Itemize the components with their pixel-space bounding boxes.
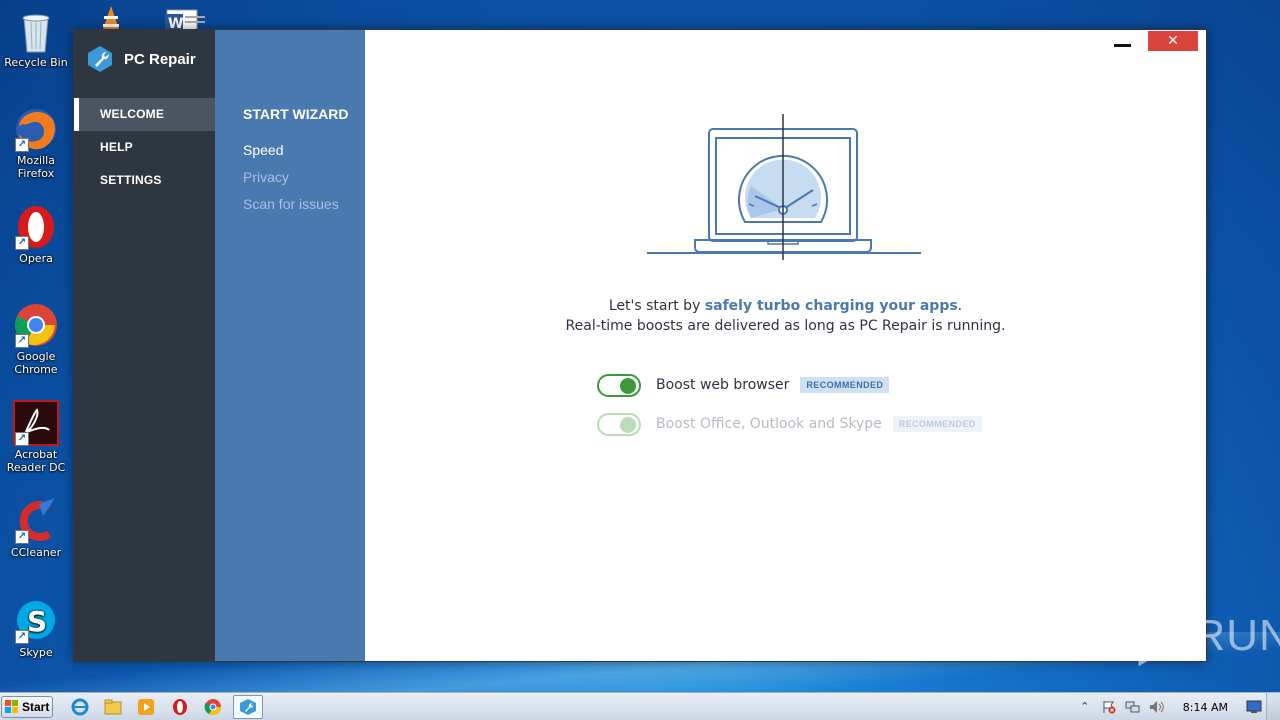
system-tray: ⌃ 8:14 AM bbox=[1073, 693, 1280, 720]
option-boost-web-browser: Boost web browser RECOMMENDED bbox=[597, 373, 890, 397]
file-explorer-icon[interactable] bbox=[104, 698, 122, 716]
wizard-title: START WIZARD bbox=[243, 106, 349, 122]
desktop-icon-label: Opera bbox=[19, 252, 53, 265]
nav-item-help[interactable]: HELP bbox=[74, 131, 215, 164]
wizard-step-scan[interactable]: Scan for issues bbox=[243, 196, 339, 212]
volume-icon[interactable] bbox=[1149, 700, 1165, 714]
boost-office-toggle[interactable] bbox=[597, 412, 641, 436]
pc-repair-taskbar-icon[interactable] bbox=[239, 698, 257, 716]
windows-flag-icon bbox=[5, 700, 19, 714]
desktop-icon-acrobat[interactable]: ↗ Acrobat Reader DC bbox=[0, 400, 72, 474]
media-player-icon[interactable] bbox=[137, 698, 155, 716]
intro-highlight: safely turbo charging your apps bbox=[704, 298, 958, 314]
start-button[interactable]: Start bbox=[1, 696, 53, 718]
internet-explorer-icon[interactable] bbox=[71, 698, 89, 716]
sidebar-nav: PC Repair WELCOME HELP SETTINGS bbox=[74, 30, 215, 661]
nav-item-settings[interactable]: SETTINGS bbox=[74, 164, 215, 197]
desktop-icon-label: Skype bbox=[19, 646, 53, 659]
network-icon[interactable] bbox=[1125, 700, 1141, 714]
acrobat-reader-icon: ↗ bbox=[13, 400, 59, 446]
intro-text: Let's start by safely turbo charging you… bbox=[365, 296, 1206, 336]
firefox-icon: ↗ bbox=[13, 106, 59, 152]
option-label: Boost web browser bbox=[656, 377, 790, 393]
wizard-panel: START WIZARD Speed Privacy Scan for issu… bbox=[215, 30, 365, 661]
clock[interactable]: 8:14 AM bbox=[1183, 701, 1228, 714]
svg-text:S: S bbox=[27, 605, 47, 638]
minimize-button[interactable] bbox=[1102, 31, 1142, 53]
desktop-icon-label: CCleaner bbox=[10, 546, 62, 559]
option-boost-office: Boost Office, Outlook and Skype RECOMMEN… bbox=[597, 412, 982, 436]
app-brand: PC Repair bbox=[86, 44, 196, 74]
desktop-icon-chrome[interactable]: ↗ Google Chrome bbox=[0, 302, 72, 376]
intro-line-1-post: . bbox=[957, 298, 963, 314]
nav-item-welcome[interactable]: WELCOME bbox=[74, 98, 215, 131]
desktop-icon-label: Google Chrome bbox=[14, 350, 58, 376]
play-icon bbox=[1138, 606, 1190, 666]
desktop-icon-label: Mozilla Firefox bbox=[17, 154, 55, 180]
start-label: Start bbox=[22, 700, 50, 714]
wrench-logo-icon bbox=[86, 45, 114, 73]
recommended-badge: RECOMMENDED bbox=[892, 416, 982, 432]
chrome-taskbar-icon[interactable] bbox=[204, 698, 222, 716]
opera-icon: ↗ bbox=[13, 204, 59, 250]
main-content: ✕ Let's start by safely turbo charging y… bbox=[365, 30, 1206, 661]
anyrun-watermark: ANY RUN bbox=[1036, 606, 1280, 666]
close-button[interactable]: ✕ bbox=[1148, 31, 1198, 51]
boost-web-browser-toggle[interactable] bbox=[597, 373, 641, 397]
chrome-icon: ↗ bbox=[13, 302, 59, 348]
pc-repair-window: PC Repair WELCOME HELP SETTINGS START WI… bbox=[74, 30, 1206, 661]
taskbar: Start ⌃ 8:14 AM bbox=[0, 692, 1280, 720]
wizard-step-privacy[interactable]: Privacy bbox=[243, 169, 289, 185]
watermark-right: RUN bbox=[1193, 611, 1280, 660]
show-desktop-button[interactable] bbox=[1266, 693, 1280, 720]
opera-taskbar-icon[interactable] bbox=[171, 698, 189, 716]
desktop-icon-label: Acrobat Reader DC bbox=[6, 448, 66, 474]
desktop-icon-firefox[interactable]: ↗ Mozilla Firefox bbox=[0, 106, 72, 180]
toggle-knob bbox=[620, 377, 636, 394]
recommended-badge: RECOMMENDED bbox=[800, 377, 890, 393]
desktop-icon-ccleaner[interactable]: ↗ CCleaner bbox=[0, 498, 72, 559]
intro-line-2: Real-time boosts are delivered as long a… bbox=[565, 318, 1006, 334]
desktop-icon-recycle-bin[interactable]: Recycle Bin bbox=[0, 8, 72, 69]
intro-line-1-pre: Let's start by bbox=[608, 298, 705, 314]
speedometer-laptop-illustration bbox=[647, 114, 921, 260]
monitor-icon[interactable] bbox=[1246, 700, 1262, 714]
recycle-bin-icon bbox=[13, 8, 59, 54]
intro-line-1: Let's start by safely turbo charging you… bbox=[365, 296, 1206, 316]
wizard-step-speed[interactable]: Speed bbox=[243, 142, 283, 158]
skype-icon: S ↗ bbox=[13, 598, 59, 644]
desktop-icon-label: Recycle Bin bbox=[4, 56, 68, 69]
show-hidden-icons-chevron-icon[interactable]: ⌃ bbox=[1077, 700, 1093, 714]
toggle-knob bbox=[620, 416, 636, 433]
option-label: Boost Office, Outlook and Skype bbox=[656, 416, 882, 432]
desktop-icon-opera[interactable]: ↗ Opera bbox=[0, 204, 72, 265]
ccleaner-icon: ↗ bbox=[13, 498, 59, 544]
app-title: PC Repair bbox=[124, 50, 196, 68]
watermark-left: ANY bbox=[1036, 611, 1130, 660]
desktop-icon-skype[interactable]: S ↗ Skype bbox=[0, 598, 72, 659]
action-center-flag-icon[interactable] bbox=[1101, 700, 1117, 714]
